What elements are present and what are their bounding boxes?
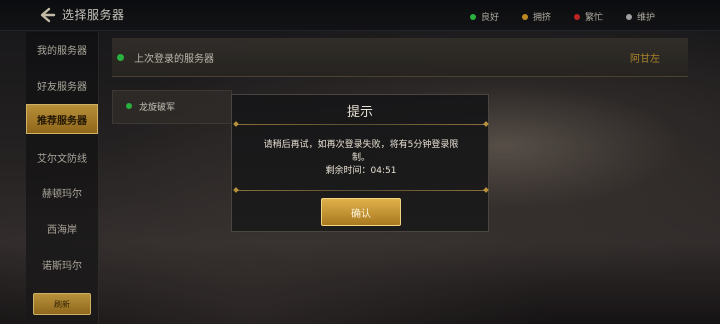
dialog-divider-top [236,124,486,125]
dialog-divider-bottom [236,190,486,191]
dialog-remaining-time: 剩余时间：04:51 [325,166,397,176]
dialog-message-line: 制。 [351,153,370,163]
dialog-message-line: 请稍后再试，如再次登录失败，将有5分钟登录限 [263,140,459,150]
dialog-message: 请稍后再试，如再次登录失败，将有5分钟登录限 制。 剩余时间：04:51 [256,139,466,178]
notice-dialog: 提示 请稍后再试，如再次登录失败，将有5分钟登录限 制。 剩余时间：04:51 … [231,94,489,232]
confirm-button[interactable]: 确认 [321,198,401,226]
dialog-title: 提示 [346,105,373,120]
